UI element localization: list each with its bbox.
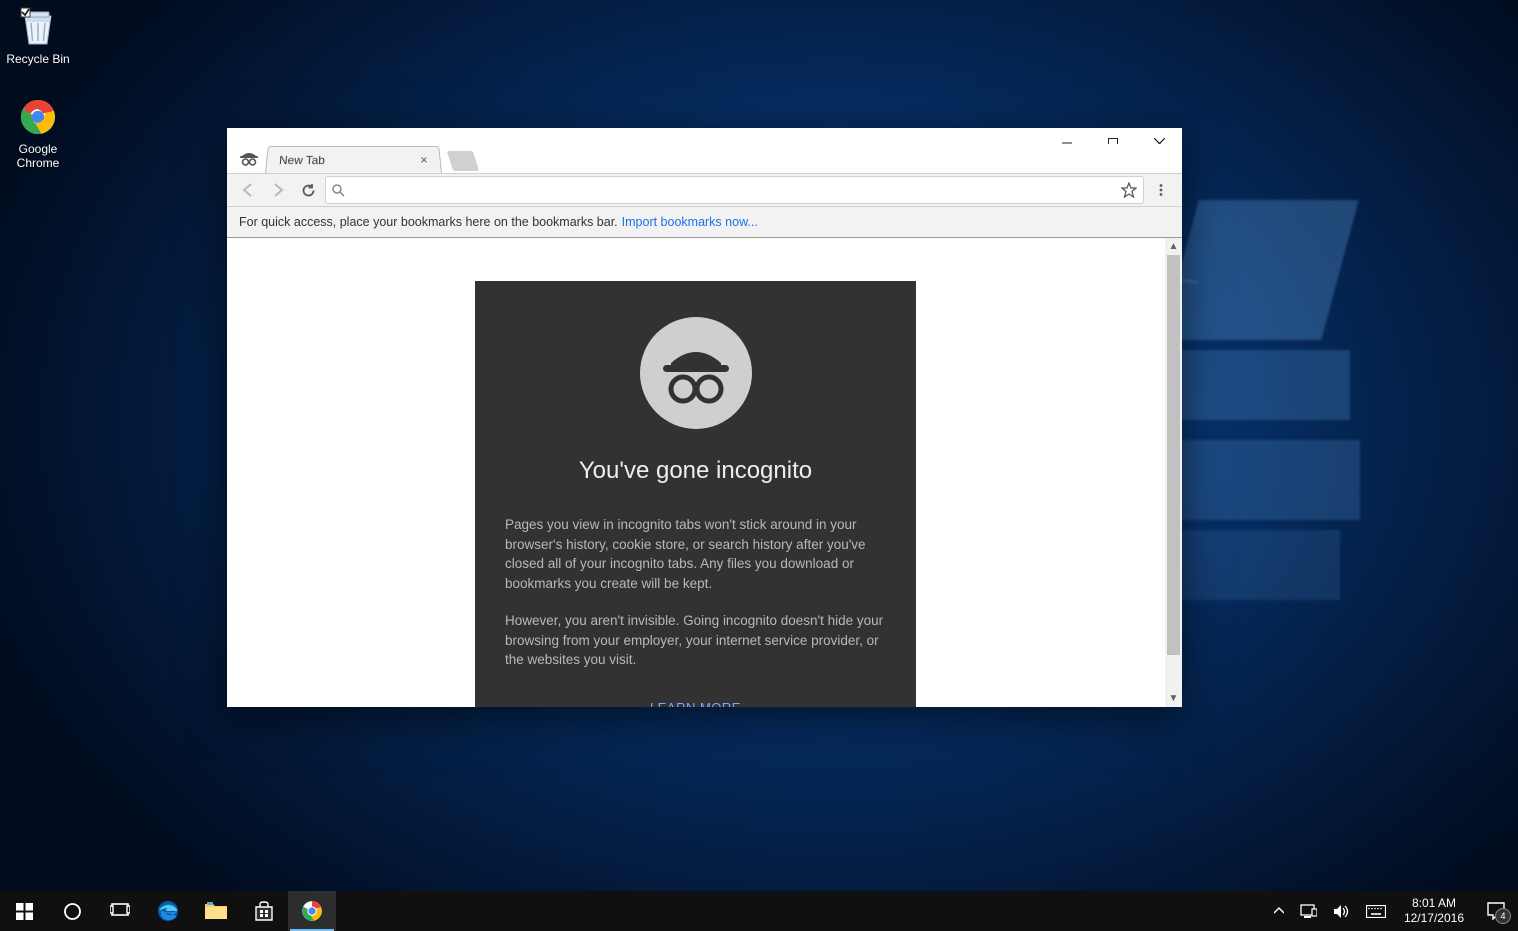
chrome-window: New Tab × For quick access, place y [227, 128, 1182, 707]
chrome-menu-button[interactable] [1148, 177, 1174, 203]
bookmarks-hint-text: For quick access, place your bookmarks h… [239, 215, 618, 229]
start-button[interactable] [0, 891, 48, 931]
recycle-bin-icon [16, 5, 60, 49]
tray-volume-icon[interactable] [1325, 891, 1358, 931]
tab-title: New Tab [279, 153, 326, 167]
taskbar-store-button[interactable] [240, 891, 288, 931]
incognito-paragraph-1: Pages you view in incognito tabs won't s… [505, 515, 886, 593]
taskbar: 8:01 AM 12/17/2016 4 [0, 891, 1518, 931]
incognito-paragraph-2: However, you aren't invisible. Going inc… [505, 611, 886, 670]
incognito-indicator-icon [237, 146, 261, 170]
browser-tab[interactable]: New Tab × [265, 146, 442, 173]
scrollbar-down-arrow[interactable]: ▼ [1165, 690, 1182, 707]
search-icon [332, 184, 345, 197]
forward-button [265, 177, 291, 203]
clock-date: 12/17/2016 [1404, 911, 1464, 926]
tray-overflow-button[interactable] [1266, 891, 1292, 931]
learn-more-link[interactable]: LEARN MORE [505, 700, 886, 707]
system-tray: 8:01 AM 12/17/2016 4 [1266, 891, 1518, 931]
back-button [235, 177, 261, 203]
window-titlebar[interactable] [227, 128, 1182, 144]
taskbar-edge-button[interactable] [144, 891, 192, 931]
taskbar-file-explorer-button[interactable] [192, 891, 240, 931]
bookmarks-bar: For quick access, place your bookmarks h… [227, 207, 1182, 238]
tab-strip: New Tab × [227, 144, 1182, 173]
wallpaper-ray [1161, 200, 1359, 340]
tab-close-button[interactable]: × [415, 152, 432, 167]
address-input[interactable] [351, 179, 1115, 201]
wallpaper-ray [1180, 440, 1360, 520]
browser-toolbar [227, 173, 1182, 207]
scrollbar-thumb[interactable] [1167, 255, 1180, 655]
wallpaper-ray [1180, 350, 1350, 420]
cortana-button[interactable] [48, 891, 96, 931]
task-view-button[interactable] [96, 891, 144, 931]
taskbar-chrome-button[interactable] [288, 891, 336, 931]
import-bookmarks-link[interactable]: Import bookmarks now... [622, 215, 758, 229]
desktop-icon-label: Google Chrome [0, 141, 76, 171]
vertical-scrollbar[interactable]: ▲ ▼ [1165, 238, 1182, 707]
desktop-icon-recycle-bin[interactable]: Recycle Bin [0, 5, 76, 67]
taskbar-clock[interactable]: 8:01 AM 12/17/2016 [1394, 896, 1474, 926]
desktop-icon-label: Recycle Bin [0, 51, 76, 67]
address-bar[interactable] [325, 176, 1144, 204]
scrollbar-up-arrow[interactable]: ▲ [1165, 238, 1182, 255]
new-tab-button[interactable] [447, 151, 479, 171]
tray-network-icon[interactable] [1292, 891, 1325, 931]
wallpaper-ray [1180, 530, 1340, 600]
incognito-card: You've gone incognito Pages you view in … [475, 281, 916, 707]
notification-badge: 4 [1495, 908, 1511, 924]
chrome-icon [16, 95, 60, 139]
incognito-hero-icon [640, 317, 752, 429]
reload-button[interactable] [295, 177, 321, 203]
clock-time: 8:01 AM [1404, 896, 1464, 911]
tray-keyboard-icon[interactable] [1358, 891, 1394, 931]
browser-content: You've gone incognito Pages you view in … [227, 238, 1182, 707]
bookmark-star-icon[interactable] [1121, 182, 1137, 198]
action-center-button[interactable]: 4 [1474, 891, 1518, 931]
desktop-icon-google-chrome[interactable]: Google Chrome [0, 95, 76, 171]
incognito-heading: You've gone incognito [505, 457, 886, 485]
